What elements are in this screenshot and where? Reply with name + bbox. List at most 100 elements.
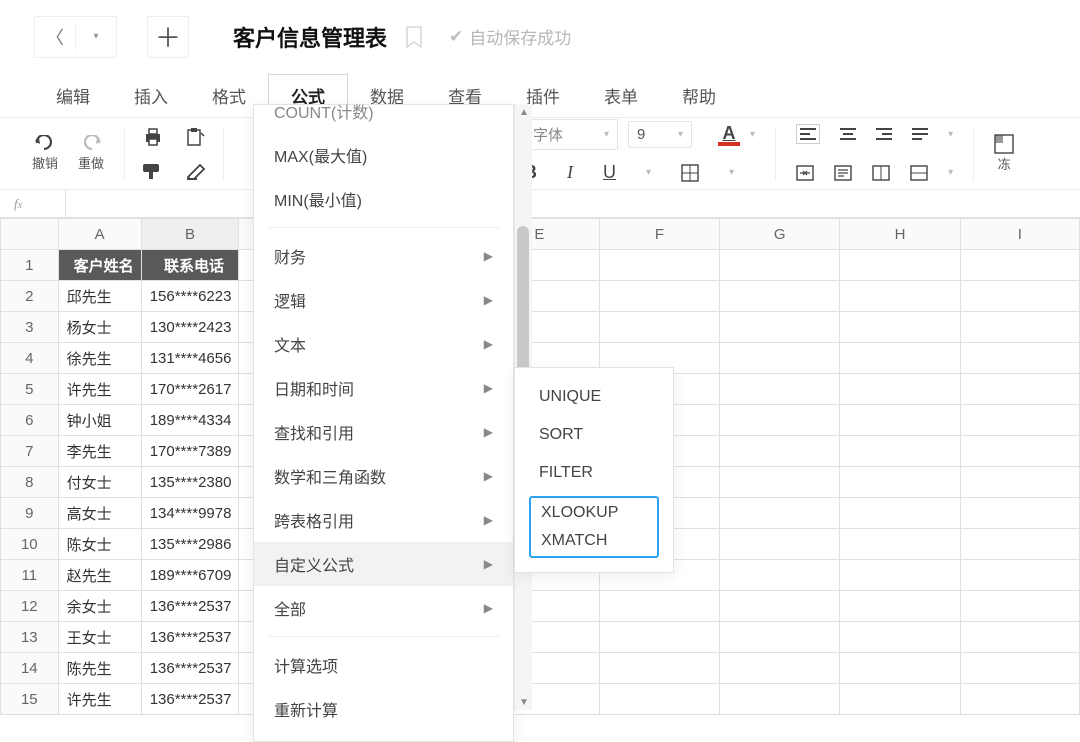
cell[interactable] [600, 622, 720, 653]
menu-插入[interactable]: 插入 [112, 74, 190, 117]
menu-编辑[interactable]: 编辑 [34, 74, 112, 117]
cell[interactable] [960, 436, 1079, 467]
cell[interactable] [840, 281, 960, 312]
nav-back-button[interactable]: 〈 [35, 17, 75, 57]
bookmark-icon[interactable] [405, 26, 423, 48]
row-header[interactable]: 2 [1, 281, 59, 312]
align-right-button[interactable] [876, 127, 892, 141]
cell[interactable] [600, 312, 720, 343]
cell[interactable]: 170****7389 [141, 436, 239, 467]
nav-dropdown-button[interactable]: ▾ [76, 17, 116, 57]
row-header[interactable]: 4 [1, 343, 59, 374]
row-header[interactable]: 11 [1, 560, 59, 591]
formula-item[interactable]: MAX(最大值) [254, 133, 513, 177]
cell[interactable] [720, 622, 840, 653]
cell[interactable] [960, 343, 1079, 374]
cell[interactable]: 134****9978 [141, 498, 239, 529]
cell[interactable]: 付女士 [58, 467, 141, 498]
cell[interactable] [600, 684, 720, 715]
cell[interactable] [840, 374, 960, 405]
cell[interactable] [960, 591, 1079, 622]
cell[interactable] [960, 467, 1079, 498]
print-icon[interactable] [143, 127, 163, 147]
row-header[interactable]: 5 [1, 374, 59, 405]
caret-down-icon[interactable]: ▾ [646, 167, 651, 178]
cell[interactable]: 邱先生 [58, 281, 141, 312]
scroll-up-arrow-icon[interactable]: ▲ [515, 104, 533, 120]
row-header[interactable]: 12 [1, 591, 59, 622]
tool-freeze[interactable]: 冻 [984, 118, 1024, 189]
cell[interactable] [600, 591, 720, 622]
cell[interactable] [720, 591, 840, 622]
cell[interactable] [840, 684, 960, 715]
document-title[interactable]: 客户信息管理表 [233, 21, 387, 53]
merge-cells-button[interactable] [796, 165, 814, 181]
cell[interactable] [720, 498, 840, 529]
row-header[interactable]: 13 [1, 622, 59, 653]
cell[interactable]: 136****2537 [141, 622, 239, 653]
cell[interactable] [720, 312, 840, 343]
cell[interactable]: 高女士 [58, 498, 141, 529]
cell[interactable] [720, 436, 840, 467]
custom-formula-item[interactable]: FILTER [515, 454, 673, 492]
cell[interactable] [960, 684, 1079, 715]
cell[interactable]: 徐先生 [58, 343, 141, 374]
row-header[interactable]: 7 [1, 436, 59, 467]
text-rotation-button[interactable] [872, 165, 890, 181]
font-size-select[interactable]: 9 ▾ [628, 121, 692, 148]
col-header-B[interactable]: B [141, 219, 239, 250]
align-left-button[interactable] [796, 124, 820, 144]
caret-down-icon[interactable]: ▾ [750, 129, 755, 140]
cell[interactable] [720, 529, 840, 560]
cell[interactable]: 许先生 [58, 374, 141, 405]
menu-表单[interactable]: 表单 [582, 74, 660, 117]
cell[interactable] [840, 529, 960, 560]
cell[interactable] [720, 653, 840, 684]
row-header[interactable]: 10 [1, 529, 59, 560]
cell[interactable] [960, 250, 1079, 281]
cell[interactable]: 136****2537 [141, 653, 239, 684]
row-header[interactable]: 6 [1, 405, 59, 436]
caret-down-icon[interactable]: ▾ [729, 167, 734, 178]
underline-button[interactable]: U [603, 162, 616, 183]
cell-format-button[interactable] [910, 165, 928, 181]
cell[interactable]: 客户姓名 [58, 250, 141, 281]
cell[interactable]: 136****2537 [141, 684, 239, 715]
row-header[interactable]: 15 [1, 684, 59, 715]
cell[interactable] [840, 653, 960, 684]
new-tab-button[interactable]: ＋ [147, 16, 189, 58]
formula-item[interactable]: 重新计算 [254, 687, 513, 731]
cell[interactable] [600, 653, 720, 684]
font-color-button[interactable]: A [718, 123, 740, 146]
cell[interactable] [840, 498, 960, 529]
formula-category[interactable]: 逻辑▶ [254, 278, 513, 322]
tool-redo[interactable]: 重做 [68, 118, 114, 189]
cell[interactable]: 许先生 [58, 684, 141, 715]
cell[interactable]: 陈先生 [58, 653, 141, 684]
cell[interactable]: 联系电话 [141, 250, 239, 281]
tool-undo[interactable]: 撤销 [22, 118, 68, 189]
wrap-text-button[interactable] [834, 165, 852, 181]
formula-category[interactable]: 自定义公式▶ [254, 542, 513, 586]
formula-category[interactable]: 查找和引用▶ [254, 410, 513, 454]
align-center-button[interactable] [840, 127, 856, 141]
custom-formula-item[interactable]: XLOOKUP [541, 504, 647, 522]
cell[interactable] [840, 622, 960, 653]
cell[interactable] [720, 467, 840, 498]
cell[interactable] [840, 560, 960, 591]
formula-category[interactable]: 文本▶ [254, 322, 513, 366]
cell[interactable] [840, 312, 960, 343]
align-justify-button[interactable] [912, 127, 928, 141]
font-family-select[interactable]: 字体 ▾ [524, 119, 618, 150]
clear-format-icon[interactable] [185, 162, 207, 180]
cell[interactable] [720, 405, 840, 436]
borders-button[interactable] [681, 164, 699, 182]
format-painter-icon[interactable] [141, 162, 163, 180]
col-header-F[interactable]: F [600, 219, 720, 250]
custom-formula-item[interactable]: UNIQUE [515, 378, 673, 416]
cell[interactable] [720, 560, 840, 591]
cell[interactable]: 135****2380 [141, 467, 239, 498]
cell[interactable]: 189****6709 [141, 560, 239, 591]
formula-category[interactable]: 财务▶ [254, 234, 513, 278]
cell[interactable] [960, 560, 1079, 591]
